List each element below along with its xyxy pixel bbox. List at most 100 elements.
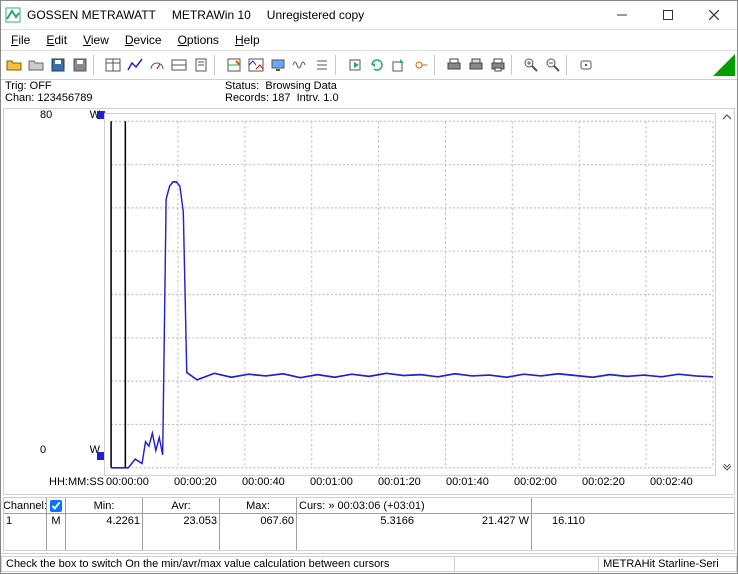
title-brand: GOSSEN METRAWATT: [27, 8, 156, 22]
info-icon[interactable]: [575, 54, 597, 76]
records-value: 187: [272, 92, 290, 104]
printer2-icon[interactable]: [465, 54, 487, 76]
save-alt-icon[interactable]: [69, 54, 91, 76]
printer1-icon[interactable]: [443, 54, 465, 76]
intrv-value: 1.0: [323, 92, 338, 104]
close-button[interactable]: [691, 1, 737, 29]
x-tick-label: 00:01:40: [446, 476, 489, 488]
scroll-up-icon[interactable]: [723, 113, 731, 121]
toolbar-separator: [434, 55, 441, 75]
x-tick-label: 00:01:20: [378, 476, 421, 488]
x-tick-label: 00:02:00: [514, 476, 557, 488]
dual-chart-icon[interactable]: [245, 54, 267, 76]
status-device: METRAHit Starline-Seri: [599, 556, 737, 572]
y-axis: 80 W 0 W: [4, 109, 104, 476]
menu-options[interactable]: Options: [170, 31, 227, 49]
titlebar: GOSSEN METRAWATT METRAWin 10 Unregistere…: [1, 1, 737, 30]
menu-view[interactable]: View: [75, 31, 117, 49]
title-note: Unregistered copy: [267, 8, 364, 22]
menu-edit[interactable]: Edit: [38, 31, 75, 49]
wave-icon[interactable]: [289, 54, 311, 76]
x-tick-label: 00:02:40: [650, 476, 693, 488]
accent-indicator-icon: [713, 54, 735, 76]
playlist-icon[interactable]: [344, 54, 366, 76]
plot-panel: 80 W 0 W HH:MM:SS 00:00:0000:00:2000:00:…: [3, 108, 735, 495]
x-tick-label: 00:02:20: [582, 476, 625, 488]
open-gray-icon[interactable]: [25, 54, 47, 76]
row-avr: 23.053: [143, 514, 220, 550]
status-hint: Check the box to switch On the min/avr/m…: [1, 556, 455, 572]
table-icon[interactable]: [102, 54, 124, 76]
title-app: METRAWin 10: [172, 8, 251, 22]
status-value: Browsing Data: [265, 80, 337, 92]
col-min: Min:: [66, 498, 143, 513]
table-row: 1 M 4.2261 23.053 067.60 5.3166 21.427 W…: [4, 514, 734, 550]
monitor-icon[interactable]: [267, 54, 289, 76]
refresh-icon[interactable]: [366, 54, 388, 76]
x-tick-label: 00:01:00: [310, 476, 353, 488]
chart-area[interactable]: [104, 113, 716, 476]
grid-pen-icon[interactable]: [223, 54, 245, 76]
scroll-down-icon[interactable]: [723, 464, 731, 472]
v-scroll-indicator[interactable]: [720, 109, 734, 476]
toolbar-separator: [93, 55, 100, 75]
deg-icon[interactable]: [410, 54, 432, 76]
calc-checkbox[interactable]: [50, 500, 62, 512]
row-idx: 1: [6, 515, 12, 527]
y-axis-min: 0: [40, 444, 46, 456]
intrv-label: Intrv.: [297, 92, 321, 104]
col-spacer: [532, 498, 734, 513]
x-tick-label: 00:00:40: [242, 476, 285, 488]
row-min: 4.2261: [66, 514, 143, 550]
col-channel: Channel:: [4, 498, 47, 513]
toolbar-separator: [511, 55, 518, 75]
row-max: 067.60: [220, 514, 297, 550]
zoom-out-icon[interactable]: [542, 54, 564, 76]
x-axis-label: HH:MM:SS: [4, 476, 108, 494]
zoom-in-icon[interactable]: [520, 54, 542, 76]
menu-device[interactable]: Device: [117, 31, 170, 49]
col-avr: Avr:: [143, 498, 220, 513]
menu-file[interactable]: File: [3, 31, 38, 49]
maximize-button[interactable]: [645, 1, 691, 29]
list-icon[interactable]: [311, 54, 333, 76]
gauge-icon[interactable]: [146, 54, 168, 76]
info-bar: Trig: OFF Chan: 123456789 Status: Browsi…: [1, 80, 737, 108]
menu-help[interactable]: Help: [227, 31, 268, 49]
chan-value: 123456789: [37, 92, 92, 104]
open-file-icon[interactable]: [3, 54, 25, 76]
row-c1: 5.3166: [299, 515, 414, 527]
records-label: Records:: [225, 92, 269, 104]
trig-value: OFF: [30, 80, 52, 92]
x-tick-label: 00:00:00: [106, 476, 149, 488]
row-c3: 16.110: [532, 514, 734, 550]
status-bar: Check the box to switch On the min/avr/m…: [1, 553, 737, 573]
trig-label: Trig:: [5, 80, 27, 92]
toolbar-separator: [214, 55, 221, 75]
status-label: Status:: [225, 80, 259, 92]
y-axis-max: 80: [40, 109, 52, 121]
notes-icon[interactable]: [190, 54, 212, 76]
col-max: Max:: [220, 498, 297, 513]
col-curs: Curs: » 00:03:06 (+03:01): [297, 498, 532, 513]
status-mid: [455, 556, 599, 572]
app-window: GOSSEN METRAWATT METRAWin 10 Unregistere…: [0, 0, 738, 574]
x-axis-ticks: 00:00:00 00:00:20 00:00:40 00:01:00 00:01:20…: [108, 476, 720, 494]
chart-icon[interactable]: [124, 54, 146, 76]
toolbar-separator: [566, 55, 573, 75]
row-c2: 21.427 W: [414, 515, 529, 527]
row-mode: M: [51, 515, 60, 527]
minimize-button[interactable]: [599, 1, 645, 29]
data-table: Channel: Min: Avr: Max: Curs: » 00:03:06…: [3, 497, 735, 551]
printer3-icon[interactable]: [487, 54, 509, 76]
toolbar: [1, 51, 737, 80]
col-checkbox: [47, 498, 66, 513]
export-icon[interactable]: [388, 54, 410, 76]
app-icon: [5, 7, 21, 23]
toolbar-separator: [335, 55, 342, 75]
panel-icon[interactable]: [168, 54, 190, 76]
save-icon[interactable]: [47, 54, 69, 76]
chan-label: Chan:: [5, 92, 34, 104]
x-tick-label: 00:00:20: [174, 476, 217, 488]
menubar: File Edit View Device Options Help: [1, 30, 737, 51]
